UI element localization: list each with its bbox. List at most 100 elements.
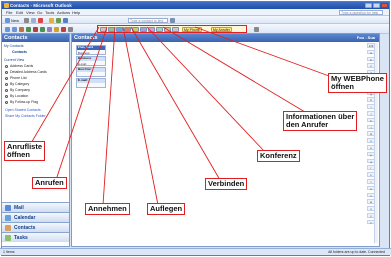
favorites-icon[interactable]: [54, 26, 59, 32]
view-option[interactable]: By Category: [5, 82, 29, 87]
mail-icon: [5, 205, 11, 211]
stop-icon[interactable]: [33, 26, 38, 32]
callout-informationen: Informationen über den Anrufer: [283, 111, 358, 131]
menu-go[interactable]: Go: [37, 10, 42, 15]
settings-icon[interactable]: [172, 27, 179, 32]
maximize-button[interactable]: [373, 3, 380, 8]
mail-button[interactable]: Mail: [2, 202, 69, 212]
caller-info-icon[interactable]: [164, 27, 171, 32]
delete-icon[interactable]: [38, 17, 43, 23]
view-option[interactable]: Address Cards: [5, 64, 33, 69]
webphone-toolbar: My Phone My Anrufer: [97, 25, 247, 33]
my-contacts-label: My Contacts: [4, 44, 24, 48]
refresh-icon[interactable]: [40, 26, 45, 32]
my-anrufer-button[interactable]: My Anrufer: [211, 27, 232, 32]
status-item-count: 1 Items: [3, 250, 15, 254]
menu-bar: File Edit View Go Tools Actions Help Typ…: [2, 9, 389, 16]
share-contacts-link[interactable]: Share My Contacts Folder: [5, 114, 46, 118]
current-view-label: Current View: [4, 58, 25, 62]
hangup-icon[interactable]: [124, 27, 131, 32]
contact-card-name: Business: [77, 57, 105, 61]
nav-header: Contacts: [2, 34, 69, 42]
contact-card-line: E-mail:: [78, 61, 87, 66]
contact-card[interactable]: Fran, Gerd Business:: [76, 45, 106, 55]
tasks-button[interactable]: Tasks: [2, 232, 69, 242]
answer-icon[interactable]: [116, 27, 123, 32]
menu-view[interactable]: View: [26, 10, 35, 15]
dial-icon[interactable]: [108, 27, 115, 32]
my-webphone-button[interactable]: My Phone: [182, 27, 202, 32]
back-icon[interactable]: [5, 26, 10, 32]
callout-webphone-text: My WEBPhone öffnen: [331, 73, 384, 91]
radio[interactable]: [5, 100, 8, 104]
menu-actions[interactable]: Actions: [57, 10, 70, 15]
transfer-icon[interactable]: [140, 27, 147, 32]
callout-anrufliste: Anrufliste öffnen: [4, 141, 46, 161]
new-button[interactable]: New: [11, 18, 19, 23]
address-book-icon[interactable]: [56, 17, 61, 23]
options-icon[interactable]: [68, 26, 73, 32]
radio[interactable]: [5, 88, 8, 92]
view-option[interactable]: Detailed Address Cards: [5, 70, 47, 75]
radio-selected[interactable]: [5, 64, 8, 68]
contacts-folder[interactable]: Contacts: [12, 50, 27, 54]
connect-icon[interactable]: [132, 27, 139, 32]
callout-auflegen-text: Auflegen: [150, 203, 183, 213]
menu-file[interactable]: File: [6, 10, 12, 15]
help-search-input[interactable]: Type a question for help: [339, 10, 383, 15]
callout-webphone: My WEBPhone öffnen: [328, 73, 387, 93]
radio[interactable]: [5, 82, 8, 86]
contact-card[interactable]: Business E-mail:: [76, 56, 106, 66]
view-option[interactable]: By Follow-up Flag: [5, 100, 38, 105]
callout-konferenz: Konferenz: [257, 150, 300, 162]
calendar-button[interactable]: Calendar: [2, 212, 69, 222]
navigation-pane: Contacts My Contacts Contacts Current Vi…: [1, 33, 70, 247]
contact-card[interactable]: Busi Fax:: [76, 67, 106, 77]
toolbar-options-icon[interactable]: [254, 26, 259, 32]
find-icon[interactable]: [49, 17, 54, 23]
view-option[interactable]: By Location: [5, 94, 28, 99]
conference-icon[interactable]: [148, 27, 155, 32]
status-connection: All folders are up to date. Connected: [328, 250, 385, 254]
home-icon[interactable]: [47, 26, 52, 32]
view-option[interactable]: By Company: [5, 88, 30, 93]
minimize-button[interactable]: [365, 3, 372, 8]
contact-card[interactable]: E-mail:: [76, 78, 106, 88]
contacts-range: Fou - Sua: [356, 35, 375, 40]
callout-anrufen-text: Anrufen: [35, 177, 64, 187]
contact-search-input[interactable]: Type a contact to find: [128, 17, 168, 23]
title-bar: Contacts - Microsoft Outlook: [2, 2, 389, 9]
menu-edit[interactable]: Edit: [16, 10, 23, 15]
open-shared-contacts-link[interactable]: Open Shared Contacts: [5, 108, 41, 112]
window-title: Contacts - Microsoft Outlook: [10, 3, 72, 8]
callout-informationen-text: Informationen über den Anrufer: [286, 111, 355, 129]
radio[interactable]: [5, 76, 8, 80]
view-option[interactable]: Phone List: [5, 76, 27, 81]
contacts-icon: [5, 225, 11, 231]
contact-card-name: Busi Fax:: [77, 68, 105, 72]
tasks-icon: [5, 235, 11, 241]
contacts-header: Contacts Fou - Sua: [72, 34, 379, 42]
callout-annehmen-text: Annehmen: [88, 203, 127, 213]
help-icon[interactable]: [170, 17, 175, 23]
print-icon[interactable]: [24, 17, 29, 23]
hold-icon[interactable]: [156, 27, 163, 32]
record-icon[interactable]: [61, 26, 66, 32]
web-icon[interactable]: [26, 26, 31, 32]
close-button[interactable]: [381, 3, 388, 8]
move-icon[interactable]: [31, 17, 36, 23]
calendar-icon: [5, 215, 11, 221]
call-list-icon[interactable]: [100, 27, 107, 32]
status-bar: 1 Items All folders are up to date. Conn…: [0, 248, 391, 255]
radio[interactable]: [5, 70, 8, 74]
reply-icon[interactable]: [19, 26, 24, 32]
radio[interactable]: [5, 94, 8, 98]
menu-help[interactable]: Help: [72, 10, 80, 15]
new-icon[interactable]: [5, 17, 10, 23]
contacts-button[interactable]: Contacts: [2, 222, 69, 232]
outlook-app-icon: [4, 3, 9, 8]
contact-card-name: E-mail:: [77, 79, 105, 83]
forward-icon[interactable]: [12, 26, 17, 32]
send-receive-icon[interactable]: [63, 17, 68, 23]
menu-tools[interactable]: Tools: [45, 10, 54, 15]
